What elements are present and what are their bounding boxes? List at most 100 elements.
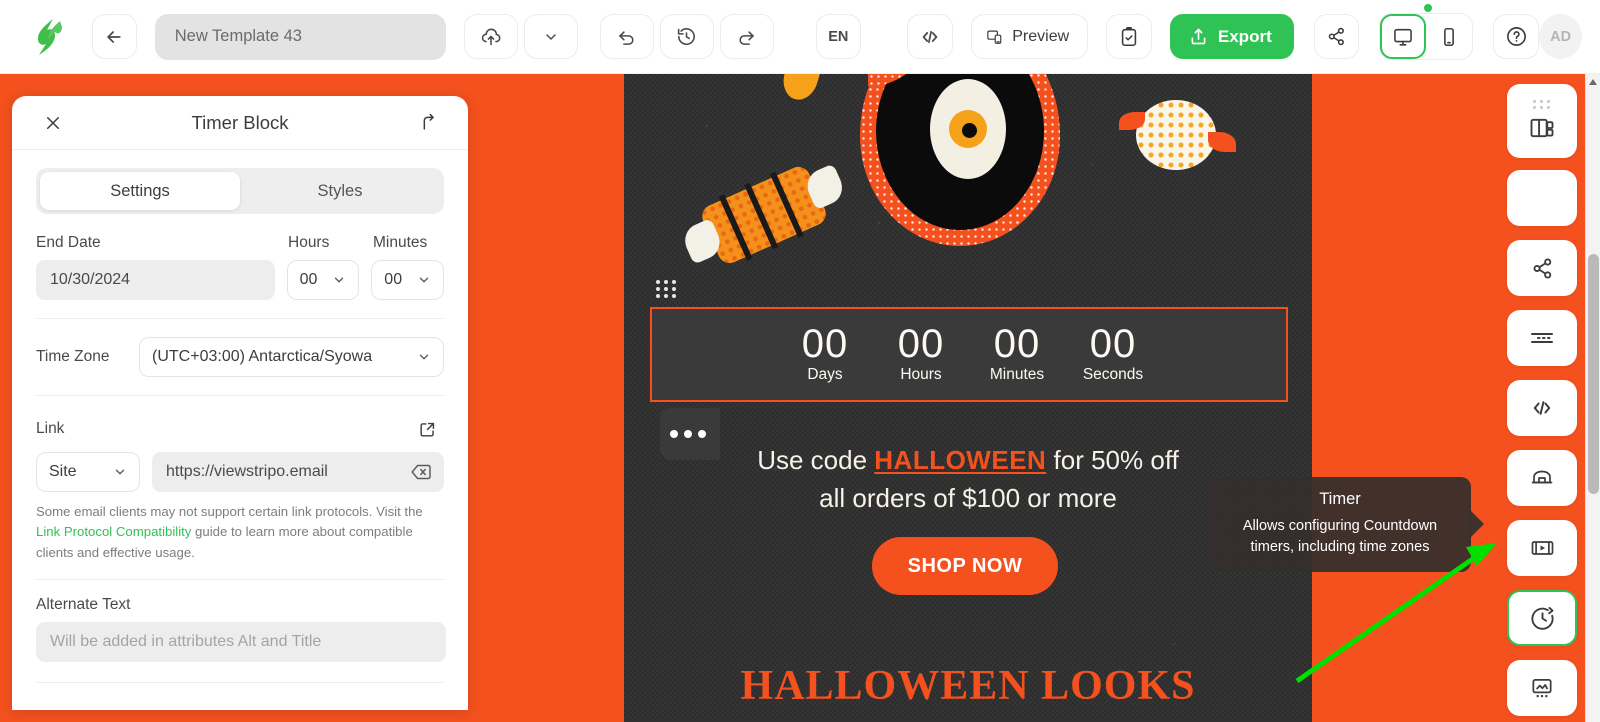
- preview-label: Preview: [1012, 27, 1070, 45]
- panel-close-button[interactable]: [36, 106, 70, 140]
- rail-item-structures[interactable]: [1507, 84, 1577, 158]
- undo-button[interactable]: [599, 14, 654, 59]
- eye-graphic-pupil: [962, 123, 977, 138]
- tooltip-tail: [1470, 510, 1484, 538]
- tooltip-title: Timer: [1319, 490, 1361, 508]
- email-hero-illustration[interactable]: [624, 74, 1312, 296]
- timer-cell-seconds: 00 Seconds: [1065, 322, 1161, 384]
- scroll-thumb[interactable]: [1588, 254, 1599, 494]
- app-root: EN Preview Export: [0, 0, 1600, 722]
- rail-item-html-code[interactable]: [1507, 380, 1577, 436]
- timer-cell-minutes: 00 Minutes: [969, 322, 1065, 384]
- rail-item-partial[interactable]: [1507, 170, 1577, 226]
- link-url-input[interactable]: [152, 452, 444, 492]
- block-drag-handle-icon[interactable]: [656, 280, 677, 298]
- promo-prefix: Use code: [757, 445, 875, 475]
- time-zone-section: Time Zone (UTC+03:00) Antarctica/Syowa: [12, 337, 468, 396]
- scroll-up-arrow-icon[interactable]: [1589, 79, 1597, 85]
- link-header: Link: [36, 412, 444, 446]
- time-zone-value: (UTC+03:00) Antarctica/Syowa: [152, 348, 373, 365]
- hours-select[interactable]: 00: [286, 260, 360, 300]
- clear-icon: [411, 464, 431, 480]
- shop-now-button[interactable]: SHOP NOW: [872, 537, 1058, 595]
- candy-dotted-icon: [1136, 100, 1216, 170]
- clear-url-button[interactable]: [410, 463, 432, 486]
- promo-suffix: for 50% off: [1046, 445, 1179, 475]
- panel-title: Timer Block: [191, 111, 289, 133]
- panel-collapse-button[interactable]: [410, 106, 444, 140]
- hours-label: Hours: [288, 234, 330, 251]
- end-date-section: End Date Hours Minutes 00 00: [12, 234, 468, 319]
- timer-block-selected[interactable]: 00 Days 00 Hours 00 Minutes 00 Seconds: [650, 307, 1288, 402]
- blocks-tool-rail: [1503, 74, 1585, 722]
- rail-item-social[interactable]: [1507, 240, 1577, 296]
- link-protocol-compatibility-link[interactable]: Link Protocol Compatibility: [36, 524, 191, 539]
- link-type-value: Site: [49, 463, 77, 480]
- template-name-input[interactable]: [154, 13, 446, 60]
- minutes-label: Minutes: [373, 234, 428, 251]
- timer-block-settings-panel: Timer Block Settings Styles End Date Hou…: [12, 96, 468, 710]
- hint-text-before: Some email clients may not support certa…: [36, 504, 423, 519]
- timer-icon: [1530, 606, 1554, 630]
- end-date-label: End Date: [36, 234, 101, 251]
- rail-item-banner[interactable]: [1507, 450, 1577, 506]
- timer-hours-label: Hours: [900, 365, 942, 383]
- end-date-input[interactable]: [36, 260, 275, 300]
- rail-item-timer[interactable]: [1507, 590, 1577, 646]
- end-date-labels: End Date Hours Minutes: [36, 234, 444, 252]
- redo-button[interactable]: [719, 14, 774, 59]
- minutes-value: 00: [384, 271, 403, 288]
- video-icon: [1531, 541, 1553, 555]
- link-section: Link Site https://viewstripo.email Some …: [12, 412, 468, 581]
- help-button[interactable]: [1493, 14, 1540, 59]
- link-type-select[interactable]: Site: [36, 452, 140, 492]
- language-button[interactable]: EN: [815, 14, 861, 59]
- timer-row: 00 Days 00 Hours 00 Minutes 00 Seconds: [652, 309, 1286, 384]
- link-fields: Site: [36, 452, 444, 492]
- tab-styles[interactable]: Styles: [240, 172, 440, 210]
- block-more-options-button[interactable]: [660, 408, 720, 460]
- chevron-down-icon: [419, 354, 429, 360]
- email-headline: HALLOWEEN LOOKS: [740, 663, 1196, 709]
- promo-line-1: Use code HALLOWEEN for 50% off: [624, 442, 1312, 480]
- chevron-down-icon: [335, 277, 344, 283]
- rail-item-divider[interactable]: [1507, 310, 1577, 366]
- preview-button[interactable]: Preview: [970, 14, 1089, 59]
- time-zone-label: Time Zone: [36, 348, 110, 365]
- tooltip-body: Allows configuring Countdown timers, inc…: [1242, 518, 1438, 555]
- language-label: EN: [828, 28, 849, 45]
- history-button[interactable]: [659, 14, 714, 59]
- export-button[interactable]: Export: [1169, 14, 1294, 59]
- tab-settings[interactable]: Settings: [40, 172, 240, 210]
- back-button[interactable]: [91, 14, 137, 59]
- user-avatar[interactable]: AD: [1539, 14, 1583, 59]
- code-view-button[interactable]: [906, 14, 953, 59]
- panel-tabs: Settings Styles: [36, 168, 444, 214]
- timer-cell-hours: 00 Hours: [873, 322, 969, 384]
- canvas-scrollbar[interactable]: [1585, 74, 1600, 722]
- checklist-button[interactable]: [1106, 14, 1152, 59]
- save-options-dropdown[interactable]: [523, 14, 578, 59]
- stripo-logo-icon[interactable]: [28, 14, 72, 60]
- mobile-view-button[interactable]: [1426, 14, 1473, 59]
- rail-item-image[interactable]: [1507, 660, 1577, 716]
- open-link-button[interactable]: [410, 412, 444, 446]
- html-code-icon: [1533, 401, 1551, 415]
- time-zone-row: Time Zone (UTC+03:00) Antarctica/Syowa: [36, 337, 444, 377]
- promo-code: HALLOWEEN: [874, 445, 1047, 475]
- social-share-icon: [1533, 258, 1551, 279]
- candy-striped-icon: [679, 163, 848, 267]
- timer-seconds-value: 00: [1089, 322, 1137, 366]
- alternate-text-input[interactable]: [36, 622, 446, 663]
- hours-value: 00: [299, 271, 318, 288]
- minutes-select[interactable]: 00: [371, 260, 444, 300]
- email-canvas[interactable]: 00 Days 00 Hours 00 Minutes 00 Seconds U…: [624, 74, 1312, 722]
- time-zone-select[interactable]: (UTC+03:00) Antarctica/Syowa: [139, 337, 444, 377]
- end-date-fields: 00 00: [36, 260, 444, 300]
- share-button[interactable]: [1313, 14, 1360, 59]
- banner-icon: [1531, 470, 1553, 484]
- rail-item-video[interactable]: [1507, 520, 1577, 576]
- save-to-cloud-button[interactable]: [463, 14, 518, 59]
- avatar-initials: AD: [1550, 28, 1572, 45]
- desktop-view-button[interactable]: [1380, 14, 1427, 59]
